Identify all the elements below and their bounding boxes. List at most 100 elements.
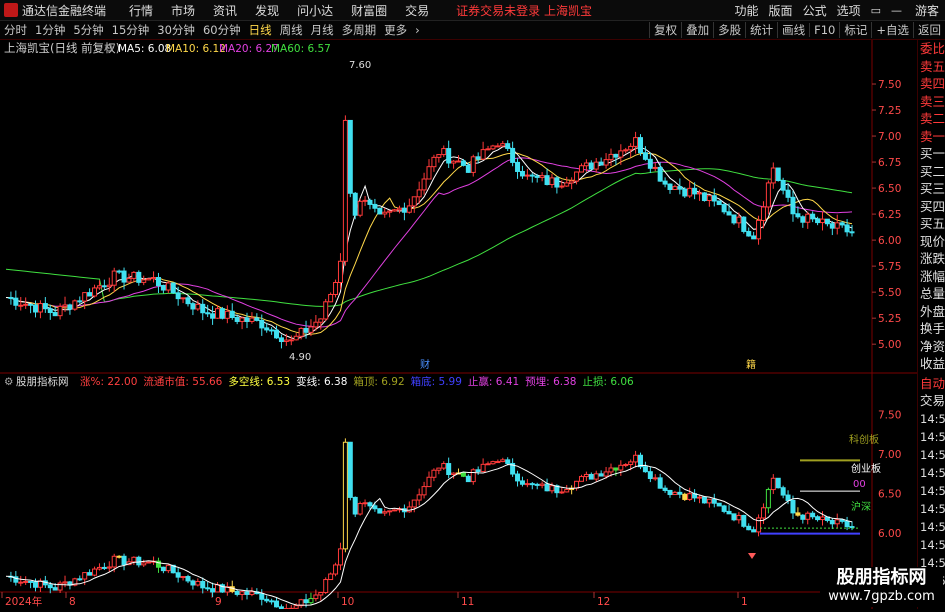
candle-body bbox=[624, 150, 628, 151]
candle-body bbox=[122, 271, 126, 282]
menu-function[interactable]: 功能 bbox=[735, 2, 759, 19]
btn-draw[interactable]: 画线 bbox=[777, 22, 809, 38]
menu-markets[interactable]: 市场 bbox=[171, 2, 195, 19]
period-more[interactable]: 更多 bbox=[384, 22, 407, 38]
indicator-body bbox=[781, 488, 785, 495]
chart-area[interactable]: 7.507.257.006.756.506.256.005.755.505.25… bbox=[0, 40, 918, 609]
btn-f10[interactable]: F10 bbox=[809, 23, 839, 37]
period-30min[interactable]: 30分钟 bbox=[157, 22, 195, 38]
guest-user[interactable]: 游客 bbox=[915, 2, 939, 19]
candle-body bbox=[284, 340, 288, 341]
indicator-body bbox=[353, 497, 357, 514]
btn-add-watchlist[interactable]: +自选 bbox=[871, 22, 913, 38]
menu-formula[interactable]: 公式 bbox=[803, 2, 827, 19]
period-multi[interactable]: 多周期 bbox=[342, 22, 377, 38]
btn-mark[interactable]: 标记 bbox=[839, 22, 871, 38]
candle-body bbox=[270, 330, 274, 331]
indicator-body bbox=[545, 484, 549, 491]
quote-item: 卖一 bbox=[918, 128, 945, 146]
marker-finance[interactable]: 财 bbox=[420, 358, 430, 371]
kline-chart[interactable]: 7.507.257.006.756.506.256.005.755.505.25… bbox=[0, 40, 918, 609]
menu-layout[interactable]: 版面 bbox=[769, 2, 793, 19]
indicator-body bbox=[830, 520, 834, 523]
menu-wealth[interactable]: 财富圈 bbox=[351, 2, 387, 19]
indicator-body bbox=[97, 567, 101, 569]
price-tick-label: 5.50 bbox=[878, 287, 901, 299]
candle-body bbox=[142, 280, 146, 282]
indicator-body bbox=[338, 549, 342, 565]
indicator-value: 箱底: 5.99 bbox=[411, 375, 462, 388]
candle-body bbox=[511, 148, 515, 162]
indicator-body bbox=[48, 585, 52, 588]
indicator-body bbox=[102, 567, 106, 568]
candle-body bbox=[388, 211, 392, 212]
menu-ask[interactable]: 问小达 bbox=[297, 2, 333, 19]
indicator-body bbox=[29, 581, 33, 582]
candle-body bbox=[584, 163, 588, 166]
menu-news[interactable]: 资讯 bbox=[213, 2, 237, 19]
indicator-body bbox=[589, 474, 593, 479]
btn-back[interactable]: 返回 bbox=[913, 22, 945, 38]
indicator-body bbox=[147, 562, 151, 563]
candle-body bbox=[461, 161, 465, 165]
indicator-body bbox=[471, 470, 475, 482]
candle-body bbox=[481, 150, 485, 160]
indicator-body bbox=[653, 478, 657, 479]
period-weekly[interactable]: 周线 bbox=[280, 22, 303, 38]
period-timeshare[interactable]: 分时 bbox=[4, 22, 27, 38]
candle-body bbox=[845, 225, 849, 232]
login-warning[interactable]: 证券交易未登录 上海凯宝 bbox=[456, 2, 592, 19]
period-daily[interactable]: 日线 bbox=[249, 22, 272, 38]
trade-label[interactable]: 交易 bbox=[918, 392, 945, 410]
period-60min[interactable]: 60分钟 bbox=[203, 22, 241, 38]
period-1min[interactable]: 1分钟 bbox=[35, 22, 65, 38]
indicator-body bbox=[609, 468, 613, 472]
right-menu: 功能 版面 公式 选项 ▭ — bbox=[730, 0, 907, 20]
menu-discover[interactable]: 发现 bbox=[255, 2, 279, 19]
candle-body bbox=[240, 318, 244, 322]
period-5min[interactable]: 5分钟 bbox=[73, 22, 103, 38]
menu-options[interactable]: 选项 bbox=[837, 2, 861, 19]
toolbar-right: 复权 叠加 多股 统计 画线 F10 标记 +自选 返回 bbox=[649, 21, 945, 39]
indicator-body bbox=[196, 581, 200, 584]
candle-body bbox=[786, 190, 790, 197]
window-restore-icon[interactable]: ▭ bbox=[871, 4, 881, 17]
indicator-body bbox=[486, 464, 490, 465]
candle-body bbox=[619, 151, 623, 157]
candle-body bbox=[683, 189, 687, 196]
candle-body bbox=[811, 214, 815, 219]
indicator-body bbox=[516, 474, 520, 481]
btn-multi-stock[interactable]: 多股 bbox=[713, 22, 745, 38]
indicator-body bbox=[845, 521, 849, 526]
minimize-icon[interactable]: — bbox=[891, 4, 902, 17]
auto-label[interactable]: 自动 bbox=[918, 375, 945, 393]
indicator-body bbox=[250, 592, 254, 595]
indicator-body bbox=[624, 465, 628, 466]
indicator-body bbox=[702, 497, 706, 503]
candle-body bbox=[309, 327, 313, 332]
btn-adjust[interactable]: 复权 bbox=[649, 22, 681, 38]
indicator-body bbox=[771, 478, 775, 489]
indicator-body bbox=[211, 589, 215, 592]
indicator-body bbox=[747, 526, 751, 529]
marker-event[interactable]: 籍 bbox=[746, 358, 756, 371]
period-monthly[interactable]: 月线 bbox=[311, 22, 334, 38]
indicator-value: 涨%: 22.00 bbox=[80, 376, 137, 388]
date-tick-label: 10 bbox=[341, 596, 354, 608]
indicator-body bbox=[801, 515, 805, 519]
app-logo-icon bbox=[4, 3, 18, 17]
candle-body bbox=[835, 223, 839, 228]
menu-market[interactable]: 行情 bbox=[129, 2, 153, 19]
tick-time: 14:56 bbox=[918, 410, 945, 428]
settings-gear-icon[interactable]: ⚙ bbox=[104, 42, 114, 55]
btn-stats[interactable]: 统计 bbox=[745, 22, 777, 38]
candle-body bbox=[196, 304, 200, 309]
btn-overlay[interactable]: 叠加 bbox=[681, 22, 713, 38]
candle-body bbox=[422, 179, 426, 190]
more-dropdown-icon[interactable]: › bbox=[415, 23, 420, 37]
menu-trade[interactable]: 交易 bbox=[405, 2, 429, 19]
period-15min[interactable]: 15分钟 bbox=[112, 22, 150, 38]
indicator-body bbox=[501, 460, 505, 462]
ma20-path bbox=[6, 158, 852, 327]
indicator-gear-icon[interactable]: ⚙ bbox=[4, 376, 13, 388]
